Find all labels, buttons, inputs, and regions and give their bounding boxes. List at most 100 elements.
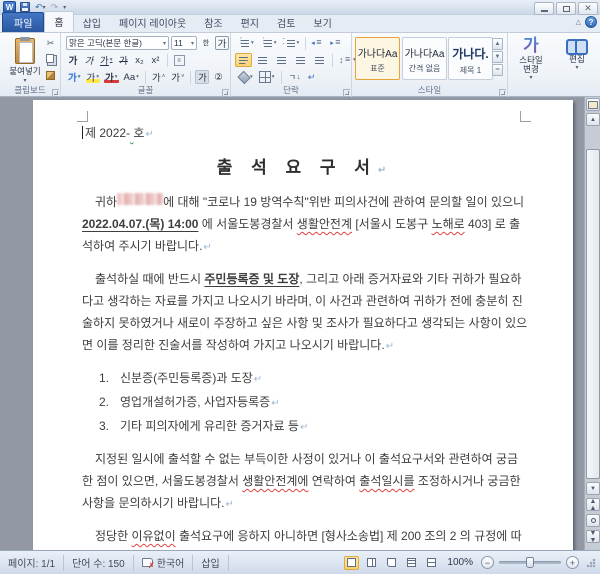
style-heading1[interactable]: 가나다. 제목 1 bbox=[448, 37, 493, 80]
tab-mailings[interactable]: 편지 bbox=[232, 13, 268, 32]
align-left-button[interactable] bbox=[235, 53, 252, 67]
resize-grip[interactable] bbox=[586, 557, 596, 568]
copy-icon bbox=[45, 54, 54, 63]
help-button[interactable]: ? bbox=[585, 16, 597, 28]
show-marks-button[interactable]: ↵ bbox=[305, 70, 319, 84]
scroll-down-button[interactable]: ▼ bbox=[586, 482, 600, 495]
vertical-scrollbar[interactable]: ▲ ▼ ▲ ▲ ▼ ▼ bbox=[584, 97, 600, 550]
styles-scroll-up-button[interactable]: ▲ bbox=[492, 38, 503, 50]
style-normal[interactable]: 가나다Aa 표준 bbox=[355, 37, 400, 80]
print-layout-view-button[interactable] bbox=[344, 555, 360, 570]
web-layout-view-button[interactable] bbox=[384, 556, 399, 570]
outline-icon bbox=[407, 558, 417, 567]
increase-indent-button[interactable] bbox=[329, 36, 346, 50]
copy-button[interactable] bbox=[44, 53, 57, 66]
page-indicator[interactable]: 페이지: 1/1 bbox=[0, 554, 65, 571]
crop-mark-top-right bbox=[520, 111, 531, 122]
doc-title: 출 석 요 구 서↵ bbox=[216, 158, 394, 177]
strikethrough-button[interactable]: 가 bbox=[117, 53, 131, 67]
zoom-slider[interactable] bbox=[499, 557, 561, 568]
bullets-button[interactable]: ▾ bbox=[235, 36, 256, 50]
numbering-icon bbox=[260, 36, 273, 50]
highlight-color-button[interactable]: 가 ▾ bbox=[85, 70, 102, 84]
previous-page-button[interactable]: ▲ ▲ bbox=[586, 498, 600, 512]
numbering-button[interactable]: ▾ bbox=[258, 36, 279, 50]
editing-button[interactable]: 편집 ▾ bbox=[560, 36, 594, 71]
style-no-spacing[interactable]: 가나다Aa 간격 없음 bbox=[402, 37, 447, 80]
scroll-up-button[interactable]: ▲ bbox=[586, 113, 600, 126]
language-indicator[interactable]: 한국어 bbox=[134, 554, 194, 571]
scrollbar-thumb[interactable] bbox=[586, 149, 600, 479]
text-effects-button[interactable]: 가 ▾ bbox=[66, 70, 83, 84]
collapse-ribbon-icon[interactable]: △ bbox=[576, 18, 581, 26]
save-icon bbox=[20, 2, 30, 12]
zoom-in-button[interactable]: + bbox=[566, 556, 579, 569]
minimize-button[interactable] bbox=[534, 2, 554, 15]
word-count-indicator[interactable]: 단어 수: 150 bbox=[64, 554, 134, 571]
subscript-button[interactable]: x₂ bbox=[133, 53, 147, 67]
select-browse-object-button[interactable] bbox=[586, 514, 600, 527]
zoom-level-label[interactable]: 100% bbox=[447, 557, 473, 568]
font-size-combobox[interactable]: 11 ▾ bbox=[171, 36, 197, 50]
change-case-button[interactable]: Aa ▾ bbox=[122, 70, 141, 84]
font-dialog-launcher[interactable] bbox=[222, 89, 229, 96]
clipboard-dialog-launcher[interactable] bbox=[52, 89, 59, 96]
tab-review[interactable]: 검토 bbox=[268, 13, 304, 32]
tab-insert[interactable]: 삽입 bbox=[74, 13, 110, 32]
tab-file[interactable]: 파일 bbox=[2, 12, 45, 32]
show-marks-icon: ↵ bbox=[307, 71, 316, 82]
zoom-slider-thumb[interactable] bbox=[526, 557, 534, 568]
document-page[interactable]: 제 2022- 호↵ 출 석 요 구 서↵ 귀하 에 대해 "코로나 19 방역수칙… bbox=[33, 100, 573, 550]
fullscreen-reading-view-button[interactable] bbox=[364, 556, 379, 570]
cut-button[interactable]: ✂ bbox=[44, 37, 57, 50]
character-border-button[interactable]: 가 bbox=[215, 36, 229, 50]
character-shading-button[interactable]: 가 bbox=[195, 70, 210, 84]
borders-button[interactable]: ▾ bbox=[257, 70, 277, 84]
tab-page-layout[interactable]: 페이지 레이아웃 bbox=[110, 13, 195, 32]
grow-font-button[interactable]: 가 bbox=[150, 70, 167, 84]
phonetic-guide-button[interactable]: ≡ bbox=[172, 53, 187, 67]
align-center-button[interactable] bbox=[254, 53, 271, 67]
paragraph-group: ▾ ▾ ▾ ▾ ▾ ▾ ↵ bbox=[231, 33, 356, 97]
paste-dropdown-icon: ▾ bbox=[23, 78, 27, 84]
hangul-hanja-button[interactable]: 한 bbox=[199, 36, 213, 50]
distribute-button[interactable] bbox=[311, 53, 328, 67]
shrink-font-button[interactable]: 가 bbox=[169, 70, 186, 84]
paste-button[interactable]: 붙여넣기 ▾ bbox=[8, 36, 42, 84]
justify-button[interactable] bbox=[292, 53, 309, 67]
paragraph-dialog-launcher[interactable] bbox=[343, 89, 350, 96]
insert-mode-indicator[interactable]: 삽입 bbox=[193, 554, 229, 571]
bold-button[interactable]: 가 bbox=[66, 53, 80, 67]
close-button[interactable]: ✕ bbox=[578, 2, 598, 15]
ruler-toggle-button[interactable] bbox=[586, 98, 600, 111]
styles-scroll-down-button[interactable]: ▼ bbox=[492, 51, 503, 63]
font-name-combobox[interactable]: 맑은 고딕(본문 한글) ▾ bbox=[66, 36, 169, 50]
enclose-characters-button[interactable]: ② bbox=[211, 70, 225, 84]
tab-references[interactable]: 참조 bbox=[195, 13, 231, 32]
tab-view[interactable]: 보기 bbox=[304, 13, 340, 32]
zoom-out-button[interactable]: − bbox=[481, 556, 494, 569]
document-area[interactable]: 제 2022- 호↵ 출 석 요 구 서↵ 귀하 에 대해 "코로나 19 방역수칙… bbox=[0, 97, 600, 550]
font-color-button[interactable]: 가 ▾ bbox=[103, 70, 120, 84]
styles-dialog-launcher[interactable] bbox=[499, 89, 506, 96]
sort-button[interactable] bbox=[286, 70, 303, 84]
undo-icon: ↶ bbox=[35, 1, 43, 12]
align-right-button[interactable] bbox=[273, 53, 290, 67]
italic-button[interactable]: 가 bbox=[82, 53, 96, 67]
styles-more-button[interactable]: ≂ bbox=[492, 64, 503, 76]
format-painter-button[interactable] bbox=[44, 69, 57, 82]
draft-view-button[interactable] bbox=[424, 556, 439, 570]
multilevel-list-button[interactable]: ▾ bbox=[281, 36, 302, 50]
change-styles-button[interactable]: 가 스타일 변경 ▾ bbox=[510, 36, 552, 81]
superscript-button[interactable]: x² bbox=[149, 53, 163, 67]
underline-button[interactable]: 가 ▾ bbox=[98, 53, 115, 67]
tab-home[interactable]: 홈 bbox=[44, 11, 74, 32]
next-page-button[interactable]: ▼ ▼ bbox=[586, 530, 600, 544]
ribbon-tab-row: 파일 홈 삽입 페이지 레이아웃 참조 편지 검토 보기 △ ? bbox=[0, 11, 600, 32]
borders-icon bbox=[258, 71, 271, 83]
shading-button[interactable]: ▾ bbox=[235, 70, 255, 84]
outline-view-button[interactable] bbox=[404, 556, 419, 570]
decrease-indent-button[interactable] bbox=[310, 36, 327, 50]
document-text[interactable]: 제 2022- 호↵ 출 석 요 구 서↵ 귀하 에 대해 "코로나 19 방역수칙… bbox=[82, 122, 528, 550]
maximize-button[interactable] bbox=[556, 2, 576, 15]
